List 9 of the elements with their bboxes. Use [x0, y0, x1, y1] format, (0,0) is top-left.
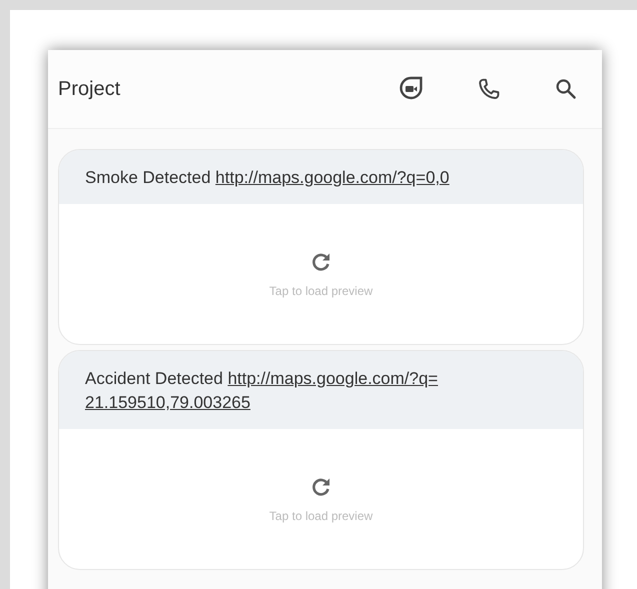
message-text: Accident Detected — [85, 369, 223, 388]
map-link[interactable]: http://maps.google.com/?q=0,0 — [215, 168, 450, 187]
message-text: Smoke Detected — [85, 168, 211, 187]
map-link[interactable]: 21.159510,79.003265 — [85, 393, 250, 412]
chat-title: Project — [58, 78, 120, 100]
map-link[interactable]: http://maps.google.com/?q= — [228, 369, 438, 388]
search-icon[interactable] — [554, 77, 578, 101]
phone-icon[interactable] — [476, 76, 502, 102]
video-call-icon[interactable] — [398, 76, 424, 102]
